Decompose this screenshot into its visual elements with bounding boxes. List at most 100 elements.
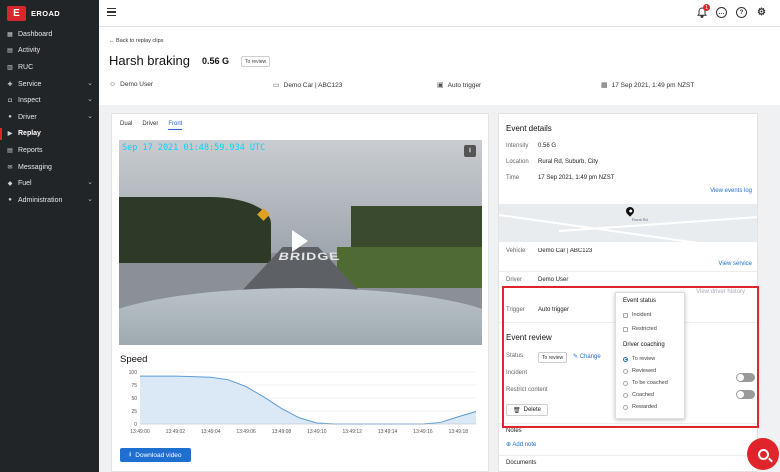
chat-icon[interactable]: … (716, 7, 727, 18)
y-tick-label: 75 (131, 383, 137, 389)
sidebar: E EROAD ▦ Dashboard ▤ Activity ▥ RUC ✚ Service ⌄… (0, 0, 99, 472)
brand-name: EROAD (31, 8, 61, 18)
coaching-option-coached[interactable]: Coached (623, 392, 654, 398)
info-vehicle: ▭ Demo Car | ABC123 (273, 81, 342, 90)
sidebar-item-service[interactable]: ✚ Service ⌄ (0, 76, 99, 93)
view-events-log-link[interactable]: View events log (710, 188, 752, 194)
sidebar-item-ruc[interactable]: ▥ RUC (0, 59, 99, 76)
info-trigger-text: Auto trigger (447, 81, 482, 89)
search-fab-button[interactable] (747, 438, 779, 470)
add-note-link[interactable]: ⊕ Add note (506, 441, 536, 448)
sidebar-item-label: Reports (18, 146, 43, 154)
driver-icon: ● (8, 114, 12, 121)
radio-button[interactable] (623, 380, 628, 386)
sidebar-item-activity[interactable]: ▤ Activity (0, 43, 99, 60)
inspect-icon: ◘ (8, 97, 12, 104)
y-tick-label: 25 (131, 409, 137, 415)
status-option-incident[interactable]: Incident (623, 312, 651, 318)
ruc-icon: ▥ (7, 64, 13, 71)
info-datetime-text: 17 Sep 2021, 1:49 pm NZST (611, 81, 695, 89)
event-details-heading: Event details (506, 124, 552, 133)
sidebar-item-label: Driver (18, 113, 37, 121)
radio-button[interactable] (623, 368, 628, 374)
x-tick-label: 13:49:18 (449, 429, 469, 435)
vehicle-value: Demo Car | ABC123 (538, 248, 593, 254)
sidebar-item-replay[interactable]: ▶ Replay (0, 126, 99, 143)
dashboard-icon: ▦ (7, 31, 13, 38)
notification-badge: 1 (703, 4, 710, 11)
time-label: Time (506, 175, 520, 181)
brand[interactable]: E EROAD (0, 0, 99, 26)
x-tick-label: 13:49:02 (166, 429, 186, 435)
checkbox[interactable] (623, 326, 628, 332)
chevron-down-icon: ⌄ (87, 195, 93, 203)
reports-icon: ▤ (7, 147, 13, 154)
tab-driver[interactable]: Driver (142, 121, 158, 130)
eroad-logo-icon: E (7, 5, 26, 21)
back-to-replay-clips-link[interactable]: ← Back to replay clips (109, 38, 163, 44)
radio-button[interactable] (623, 356, 628, 362)
add-note-label: Add note (512, 442, 537, 448)
video-timestamp: Sep 17 2021 01:48:59.934 UTC (122, 143, 266, 153)
map-road (558, 208, 757, 232)
sidebar-item-label: Inspect (18, 97, 41, 105)
camera-icon: ▣ (437, 82, 444, 89)
x-tick-label: 13:49:12 (342, 429, 362, 435)
tab-dual[interactable]: Dual (120, 121, 132, 130)
radio-button[interactable] (623, 392, 628, 398)
help-icon[interactable]: ? (736, 7, 747, 18)
radio-button[interactable] (623, 404, 628, 410)
event-intensity: 0.56 G (202, 56, 230, 66)
coaching-option-to-review[interactable]: To review (623, 356, 655, 362)
speed-area (140, 376, 476, 424)
sidebar-item-messaging[interactable]: ✉ Messaging (0, 159, 99, 176)
sidebar-item-label: Service (18, 80, 42, 88)
service-icon: ✚ (7, 81, 13, 88)
sidebar-item-dashboard[interactable]: ▦ Dashboard (0, 26, 99, 43)
coaching-option-label: Reviewed (632, 368, 657, 374)
time-value: 17 Sep 2021, 1:49 pm NZST (538, 175, 615, 181)
chevron-down-icon: ⌄ (87, 96, 93, 104)
video-tabs: Dual Driver Front (120, 121, 183, 130)
location-map[interactable]: Rural Rd (499, 204, 757, 242)
search-icon (757, 448, 769, 460)
menu-icon[interactable] (107, 8, 116, 17)
settings-icon[interactable]: ⚙ (756, 7, 767, 18)
fuel-icon: ◆ (7, 181, 13, 188)
view-service-link[interactable]: View service (718, 261, 752, 267)
sidebar-item-administration[interactable]: ● Administration ⌄ (0, 192, 99, 209)
tab-front[interactable]: Front (168, 121, 183, 130)
status-option-restricted[interactable]: Restricted (623, 326, 657, 332)
sidebar-item-driver[interactable]: ● Driver ⌄ (0, 109, 99, 126)
coaching-option-reviewed[interactable]: Reviewed (623, 368, 656, 374)
checkbox[interactable] (623, 312, 628, 318)
coaching-option-rewarded[interactable]: Rewarded (623, 404, 657, 410)
sidebar-item-reports[interactable]: ▤ Reports (0, 142, 99, 159)
chevron-down-icon: ⌄ (87, 179, 93, 187)
coaching-option-to-be-coached[interactable]: To be coached (623, 380, 668, 386)
sidebar-item-inspect[interactable]: ◘ Inspect ⌄ (0, 92, 99, 109)
documents-label: Documents (506, 460, 537, 466)
calendar-icon: ▦ (601, 82, 608, 89)
activity-icon: ▤ (7, 48, 13, 55)
chevron-down-icon: ⌄ (87, 112, 93, 120)
status-badge: To review (241, 56, 271, 67)
info-user: ☺ Demo User (109, 81, 153, 88)
info-user-text: Demo User (120, 81, 154, 88)
intensity-label: Intensity (506, 143, 529, 149)
video-player[interactable]: BRIDGE Sep 17 2021 01:48:59.934 UTC ⭳ (119, 140, 482, 345)
chevron-down-icon: ⌄ (87, 79, 93, 87)
x-tick-label: 13:49:16 (413, 429, 433, 435)
divider (499, 455, 757, 456)
coaching-option-label: To be coached (632, 380, 668, 386)
divider (499, 271, 757, 272)
video-bonnet (119, 287, 482, 345)
sidebar-item-fuel[interactable]: ◆ Fuel ⌄ (0, 175, 99, 192)
video-trees-left (119, 197, 272, 263)
download-video-label: Download video (135, 451, 182, 459)
sidebar-item-label: Activity (18, 47, 41, 55)
play-icon[interactable] (292, 230, 308, 252)
sidebar-item-label: Messaging (18, 163, 52, 171)
download-video-button[interactable]: ⭳ Download video (120, 448, 191, 462)
download-icon[interactable]: ⭳ (464, 145, 476, 157)
